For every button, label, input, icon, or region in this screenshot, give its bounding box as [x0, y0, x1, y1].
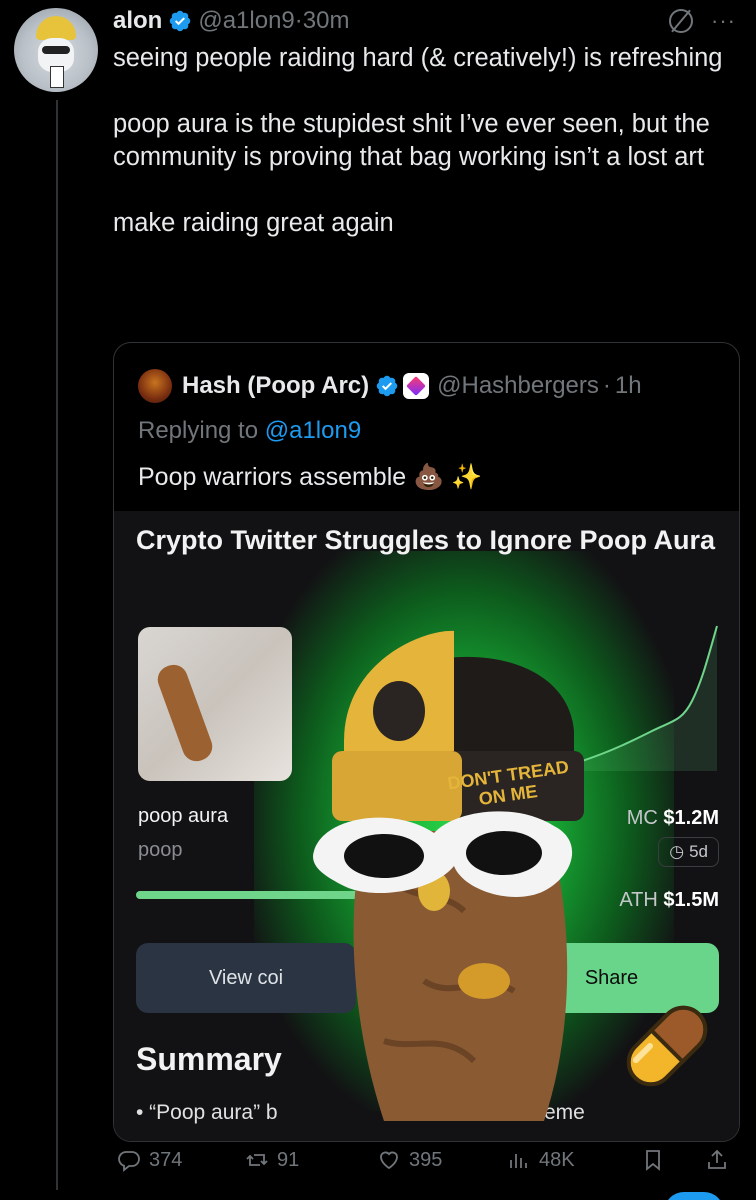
thread-line — [56, 100, 58, 1190]
tweet-header: alon @a1lon9 · 30m ··· — [113, 6, 736, 36]
views-icon — [510, 1154, 527, 1168]
retweet-icon — [246, 1154, 268, 1166]
quote-time[interactable]: 1h — [615, 372, 642, 400]
quote-text: Poop warriors assemble 💩 ✨ — [138, 463, 483, 491]
quote-avatar[interactable] — [138, 369, 172, 403]
bookmark-icon — [646, 1150, 660, 1171]
summary-bullet: • “Poop aura” b — [136, 1101, 278, 1124]
quote-author-name[interactable]: Hash (Poop Arc) — [182, 372, 369, 400]
mc-label: MC — [626, 807, 658, 829]
coin-thumbnail — [138, 627, 292, 781]
bookmark-button[interactable] — [641, 1148, 665, 1172]
coin-name: poop aura — [138, 805, 229, 827]
author-avatar[interactable] — [14, 8, 98, 92]
article-headline: Crypto Twitter Struggles to Ignore Poop … — [136, 525, 716, 555]
like-count: 395 — [409, 1148, 443, 1171]
ath-label: ATH — [619, 889, 658, 911]
author-name[interactable]: alon — [113, 7, 162, 35]
share-button[interactable] — [705, 1148, 729, 1172]
views-count: 48K — [539, 1148, 575, 1171]
heart-icon — [380, 1151, 398, 1170]
pill-icon — [626, 1005, 708, 1087]
clock-icon: ◷ — [669, 842, 685, 861]
more-options-icon[interactable]: ··· — [711, 8, 736, 34]
market-cap: MC $1.2M — [627, 807, 719, 830]
reply-button[interactable]: 374 — [117, 1148, 182, 1172]
quote-header: Hash (Poop Arc) @Hashbergers · 1h — [138, 369, 642, 403]
author-handle[interactable]: @a1lon9 — [198, 7, 294, 35]
quote-author-handle[interactable]: @Hashbergers — [437, 372, 599, 400]
poop-mascot-image: DON'T TREAD ON ME — [313, 630, 584, 1121]
separator-dot: · — [602, 372, 611, 399]
retweet-count: 91 — [277, 1148, 300, 1171]
replying-to: Replying to @a1lon9 — [138, 417, 361, 445]
replying-prefix: Replying to — [138, 417, 259, 444]
share-icon — [708, 1149, 726, 1169]
replying-mention[interactable]: @a1lon9 — [265, 417, 361, 444]
quoted-tweet[interactable]: Hash (Poop Arc) @Hashbergers · 1h Replyi… — [113, 342, 740, 1142]
grok-icon[interactable] — [669, 9, 694, 33]
reply-icon — [118, 1151, 140, 1172]
like-button[interactable]: 395 — [377, 1148, 442, 1172]
coin-ticker: poop — [138, 839, 183, 861]
verified-badge-icon — [170, 10, 191, 32]
ath-value: $1.5M — [663, 889, 719, 911]
tweet-actions: 374 91 395 48K — [113, 1140, 738, 1180]
tweet-time[interactable]: 30m — [303, 7, 350, 35]
summary-heading: Summary — [136, 1041, 282, 1077]
all-time-high: ATH $1.5M — [619, 889, 719, 912]
age-badge: ◷ 5d — [658, 837, 719, 867]
compose-fab-edge[interactable] — [664, 1192, 724, 1200]
separator-dot: · — [294, 7, 303, 34]
tweet-text: seeing people raiding hard (& creatively… — [113, 44, 723, 237]
views-button[interactable]: 48K — [507, 1148, 575, 1172]
age-value: 5d — [689, 842, 708, 861]
reply-count: 374 — [149, 1148, 183, 1171]
retweet-button[interactable]: 91 — [245, 1148, 299, 1172]
mc-value: $1.2M — [663, 807, 719, 829]
affiliate-badge-icon[interactable] — [403, 373, 430, 399]
verified-badge-icon — [376, 375, 398, 397]
quote-media-image[interactable]: Crypto Twitter Struggles to Ignore Poop … — [114, 511, 739, 1141]
